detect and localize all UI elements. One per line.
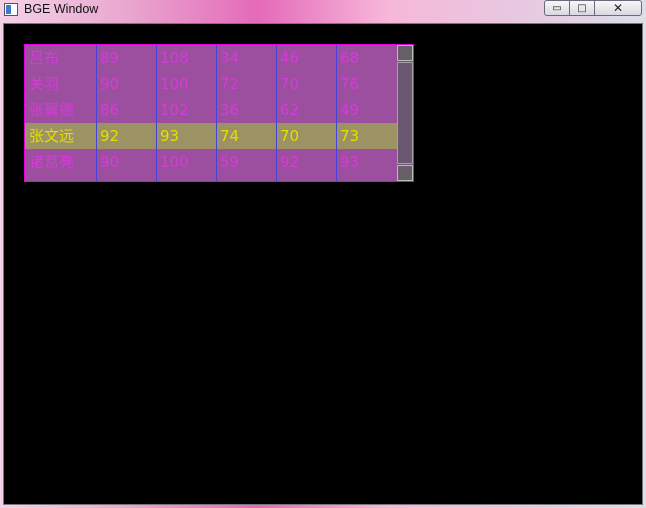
stat-cell: 72	[220, 75, 240, 93]
name-cell: 关羽	[29, 75, 60, 93]
window-frame: BGE Window ▭ □ ✕ 吕布 89 108 34 46 68 关羽 90 100 72 7…	[0, 0, 646, 508]
client-area: 吕布 89 108 34 46 68 关羽 90 100 72 70 76 张翼德 86 102 36 62 49…	[3, 23, 643, 505]
table-row[interactable]: 吕布 89 108 34 46 68	[25, 45, 397, 71]
scroll-up-button[interactable]	[397, 45, 413, 61]
stat-cell: 92	[280, 153, 300, 171]
maximize-icon: □	[577, 2, 587, 14]
table-row[interactable]: 诸葛亮 90 100 59 92 93	[25, 149, 397, 175]
stat-cell: 74	[220, 127, 240, 145]
close-icon: ✕	[612, 1, 624, 15]
stat-cell: 86	[100, 101, 120, 119]
table-grid: 吕布 89 108 34 46 68 关羽 90 100 72 70 76 张翼德 86 102 36 62 49…	[25, 45, 397, 181]
minimize-icon: ▭	[552, 2, 562, 14]
name-cell: 张文远	[29, 127, 75, 145]
stat-cell: 90	[100, 153, 120, 171]
table-row[interactable]: 张文远 92 93 74 70 73	[25, 123, 397, 149]
scroll-thumb[interactable]	[397, 62, 413, 164]
stat-cell: 102	[160, 101, 189, 119]
title-bar[interactable]: BGE Window ▭ □ ✕	[0, 0, 646, 22]
app-icon	[4, 3, 18, 16]
name-cell: 张翼德	[29, 101, 75, 119]
column-divider	[96, 45, 97, 181]
column-divider	[216, 45, 217, 181]
scroll-down-button[interactable]	[397, 165, 413, 181]
stat-cell: 108	[160, 49, 189, 67]
name-cell: 诸葛亮	[29, 153, 75, 171]
stat-cell: 76	[340, 75, 360, 93]
column-divider	[156, 45, 157, 181]
stat-cell: 49	[340, 101, 360, 119]
stat-cell: 93	[340, 153, 360, 171]
stat-cell: 100	[160, 153, 189, 171]
stat-cell: 70	[280, 127, 300, 145]
stat-cell: 59	[220, 153, 240, 171]
stat-cell: 34	[220, 49, 240, 67]
vertical-scrollbar[interactable]	[397, 45, 413, 181]
close-button[interactable]: ✕	[594, 0, 642, 16]
column-divider	[336, 45, 337, 181]
maximize-button[interactable]: □	[569, 0, 595, 16]
table-row[interactable]: 张翼德 86 102 36 62 49	[25, 97, 397, 123]
data-table[interactable]: 吕布 89 108 34 46 68 关羽 90 100 72 70 76 张翼德 86 102 36 62 49…	[24, 44, 414, 182]
stat-cell: 90	[100, 75, 120, 93]
table-row[interactable]: 关羽 90 100 72 70 76	[25, 71, 397, 97]
stat-cell: 100	[160, 75, 189, 93]
stat-cell: 46	[280, 49, 300, 67]
stat-cell: 62	[280, 101, 300, 119]
column-divider	[276, 45, 277, 181]
stat-cell: 93	[160, 127, 180, 145]
stat-cell: 89	[100, 49, 120, 67]
minimize-button[interactable]: ▭	[544, 0, 570, 16]
stat-cell: 73	[340, 127, 360, 145]
name-cell: 吕布	[29, 49, 60, 67]
window-title: BGE Window	[24, 2, 99, 16]
stat-cell: 68	[340, 49, 360, 67]
stat-cell: 36	[220, 101, 240, 119]
stat-cell: 92	[100, 127, 120, 145]
stat-cell: 70	[280, 75, 300, 93]
